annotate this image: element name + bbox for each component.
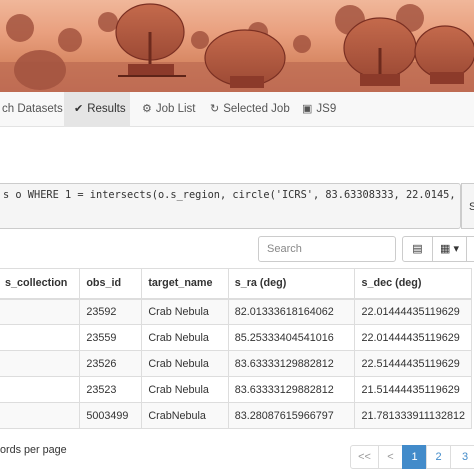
cell-target-name: CrabNebula xyxy=(141,402,229,429)
pagination-prev-button[interactable]: < xyxy=(378,445,403,469)
records-per-page-label: ords per page xyxy=(0,444,67,456)
cell-obs-id: 5003499 xyxy=(79,402,143,429)
chevron-down-icon: ▾ xyxy=(450,243,459,255)
tab-selected-job[interactable]: ↻ Selected Job xyxy=(200,92,292,127)
table-row[interactable]: 23523 Crab Nebula 83.63333129882812 21.5… xyxy=(0,376,472,403)
export-button[interactable] xyxy=(466,236,474,262)
adql-query-box[interactable]: s o WHERE 1 = intersects(o.s_region, cir… xyxy=(0,183,461,229)
telescope-array-illustration xyxy=(0,3,474,92)
main-tabs: ch Datasets ✔ Results ⚙ Job List ↻ Selected… xyxy=(0,92,474,127)
cell-s-ra: 83.63333129882812 xyxy=(227,376,356,403)
cell-s-dec: 22.51444435119629 xyxy=(354,350,472,377)
cell-obs-id: 23559 xyxy=(79,324,143,351)
table-row[interactable]: 23592 Crab Nebula 82.01333618164062 22.0… xyxy=(0,298,472,325)
tab-results[interactable]: ✔ Results xyxy=(64,92,130,127)
tab-search-datasets-label: ch Datasets xyxy=(2,103,63,115)
cell-s-collection xyxy=(0,298,81,325)
cell-s-collection xyxy=(0,350,81,377)
table-header-row: s_collection obs_id target_name s_ra (de… xyxy=(0,268,472,300)
grid-icon: ▦ xyxy=(440,243,451,255)
tab-selected-job-label: Selected Job xyxy=(223,103,290,115)
pagination-first-button[interactable]: << xyxy=(350,445,379,469)
query-side-label: S xyxy=(469,201,474,213)
columns-dropdown-button[interactable]: ▦ ▾ xyxy=(432,236,467,262)
tab-js9-label: JS9 xyxy=(316,103,337,115)
cell-obs-id: 23592 xyxy=(79,298,143,325)
gear-icon: ⚙ xyxy=(142,103,152,115)
toggle-view-button[interactable]: ▤ xyxy=(402,236,433,262)
tab-results-label: Results xyxy=(87,103,126,115)
cell-s-ra: 83.28087615966797 xyxy=(227,402,356,429)
tab-js9[interactable]: ▣ JS9 xyxy=(294,92,344,127)
cell-s-ra: 82.01333618164062 xyxy=(227,298,356,325)
table-icon: ▤ xyxy=(412,243,423,255)
cell-s-ra: 83.63333129882812 xyxy=(227,350,356,377)
cell-s-dec: 22.01444435119629 xyxy=(354,298,472,325)
table-row[interactable]: 23526 Crab Nebula 83.63333129882812 22.5… xyxy=(0,350,472,377)
refresh-icon: ↻ xyxy=(210,103,220,115)
column-header-target-name[interactable]: target_name xyxy=(141,268,229,300)
cell-target-name: Crab Nebula xyxy=(141,376,229,403)
cell-s-collection xyxy=(0,402,81,429)
cell-s-dec: 21.781333911132812 xyxy=(354,402,472,429)
tab-job-list-label: Job List xyxy=(155,103,196,115)
cell-target-name: Crab Nebula xyxy=(141,350,229,377)
pagination-page-1[interactable]: 1 xyxy=(402,445,427,469)
tab-job-list[interactable]: ⚙ Job List xyxy=(132,92,196,127)
adql-query-text: s o WHERE 1 = intersects(o.s_region, cir… xyxy=(3,189,461,201)
table-search-input[interactable] xyxy=(258,236,396,262)
column-header-s-collection[interactable]: s_collection xyxy=(0,268,81,300)
column-header-obs-id[interactable]: obs_id xyxy=(79,268,143,300)
cell-s-dec: 22.01444435119629 xyxy=(354,324,472,351)
results-table: s_collection obs_id target_name s_ra (de… xyxy=(0,268,472,429)
cell-target-name: Crab Nebula xyxy=(141,324,229,351)
cell-obs-id: 23523 xyxy=(79,376,143,403)
column-header-s-dec[interactable]: s_dec (deg) xyxy=(354,268,472,300)
table-row[interactable]: 23559 Crab Nebula 85.25333404541016 22.0… xyxy=(0,324,472,351)
cell-target-name: Crab Nebula xyxy=(141,298,229,325)
image-icon: ▣ xyxy=(302,103,313,115)
header-banner-image xyxy=(0,0,474,92)
cell-s-ra: 85.25333404541016 xyxy=(227,324,356,351)
cell-s-dec: 21.51444435119629 xyxy=(354,376,472,403)
cell-s-collection xyxy=(0,376,81,403)
column-header-s-ra[interactable]: s_ra (deg) xyxy=(227,268,356,300)
cell-obs-id: 23526 xyxy=(79,350,143,377)
query-side-button[interactable]: S xyxy=(461,183,474,229)
table-row[interactable]: 5003499 CrabNebula 83.28087615966797 21.… xyxy=(0,402,472,429)
pagination-page-3[interactable]: 3 xyxy=(450,445,474,469)
cell-s-collection xyxy=(0,324,81,351)
check-icon: ✔ xyxy=(74,103,84,115)
tab-search-datasets[interactable]: ch Datasets xyxy=(0,92,63,127)
pagination-page-2[interactable]: 2 xyxy=(426,445,451,469)
